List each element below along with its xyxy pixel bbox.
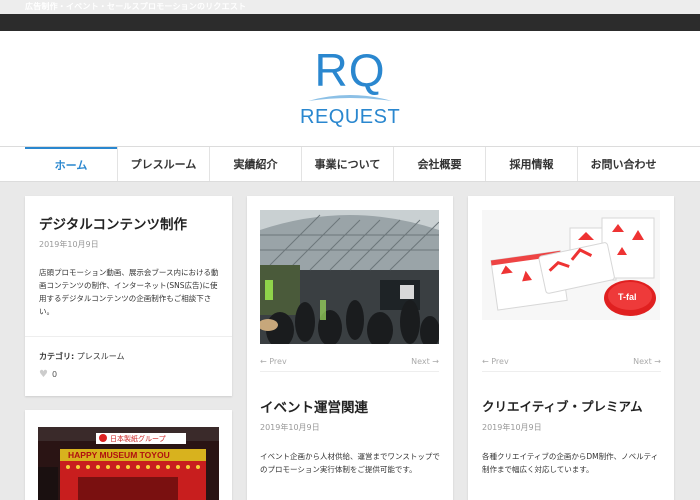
like-count: 0 xyxy=(51,370,58,379)
nav-item-company[interactable]: 会社概要 xyxy=(393,147,485,181)
tfal-bags-image: T-fal xyxy=(482,210,660,320)
booth-sign-text: HAPPY MUSEUM TOYOU xyxy=(68,450,170,460)
nav-item-pressroom[interactable]: プレスルーム xyxy=(117,147,209,181)
post-card-digital-content: デジタルコンテンツ制作 2019年10月9日 店頭プロモーション動画、展示会ブー… xyxy=(25,196,232,396)
post-excerpt: 各種クリエイティブの企画からDM制作、ノベルティ制作まで幅広く対応しています。 xyxy=(482,452,659,474)
post-pager: ← Prev Next → xyxy=(260,357,439,372)
post-title[interactable]: イベント運営関連 xyxy=(260,396,368,416)
top-tagline-bar: 広告制作・イベント・セールスプロモーションのリクエスト xyxy=(0,0,700,14)
booth-image: 日本製紙グループ HAPPY MUSEUM TOYOU xyxy=(38,427,219,500)
post-excerpt: 店頭プロモーション動画、展示会ブース内における動画コンテンツの制作、インターネッ… xyxy=(39,268,219,316)
booth-photo[interactable]: 日本製紙グループ HAPPY MUSEUM TOYOU xyxy=(38,427,219,500)
post-excerpt: イベント企画から人材供給、運営までワンストップでのプロモーション実行体制をご提供… xyxy=(260,452,440,474)
nav-item-recruit[interactable]: 採用情報 xyxy=(485,147,577,181)
site-logo[interactable]: RQ REQUEST xyxy=(300,45,400,135)
next-link[interactable]: Next → xyxy=(633,357,661,366)
category-label: カテゴリ: xyxy=(39,352,75,361)
card-divider xyxy=(25,336,232,337)
like-counter[interactable]: ♥ 0 xyxy=(39,369,57,380)
tfal-bags-photo[interactable]: T-fal xyxy=(482,210,660,320)
post-category: カテゴリ: プレスルーム xyxy=(39,351,125,362)
tfal-brand-label: T-fal xyxy=(618,292,637,302)
prev-link[interactable]: ← Prev xyxy=(482,357,509,366)
post-pager: ← Prev Next → xyxy=(482,357,661,372)
nav-item-business[interactable]: 事業について xyxy=(301,147,393,181)
event-hall-photo[interactable] xyxy=(260,210,439,344)
logo-swoosh-icon xyxy=(308,95,392,101)
heart-icon[interactable]: ♥ xyxy=(39,369,48,380)
main-nav: ホーム プレスルーム 実績紹介 事業について 会社概要 採用情報 お問い合わせ xyxy=(0,146,700,182)
prev-link[interactable]: ← Prev xyxy=(260,357,287,366)
booth-banner-text: 日本製紙グループ xyxy=(110,434,166,443)
event-hall-image xyxy=(260,210,439,344)
post-date: 2019年10月9日 xyxy=(39,240,99,249)
post-title[interactable]: クリエイティブ・プレミアム xyxy=(482,396,643,415)
dark-top-bar xyxy=(0,14,700,31)
next-link[interactable]: Next → xyxy=(411,357,439,366)
nav-item-home[interactable]: ホーム xyxy=(25,147,117,181)
post-title[interactable]: デジタルコンテンツ制作 xyxy=(39,213,187,233)
nav-item-works[interactable]: 実績紹介 xyxy=(209,147,301,181)
category-link[interactable]: プレスルーム xyxy=(77,352,125,361)
nav-item-contact[interactable]: お問い合わせ xyxy=(577,147,669,181)
site-header: RQ REQUEST xyxy=(0,31,700,146)
logo-mark: RQ xyxy=(314,44,386,96)
site-tagline: 広告制作・イベント・セールスプロモーションのリクエスト xyxy=(25,2,247,11)
post-date: 2019年10月9日 xyxy=(482,423,542,432)
post-card-creative-premium: T-fal ← Prev Next → クリエイティブ・プレミアム 2019年1… xyxy=(468,196,674,500)
post-card-booth: 日本製紙グループ HAPPY MUSEUM TOYOU xyxy=(25,410,232,500)
logo-text: REQUEST xyxy=(300,106,401,128)
post-card-event: ← Prev Next → イベント運営関連 2019年10月9日 イベント企画… xyxy=(247,196,453,500)
post-date: 2019年10月9日 xyxy=(260,423,320,432)
